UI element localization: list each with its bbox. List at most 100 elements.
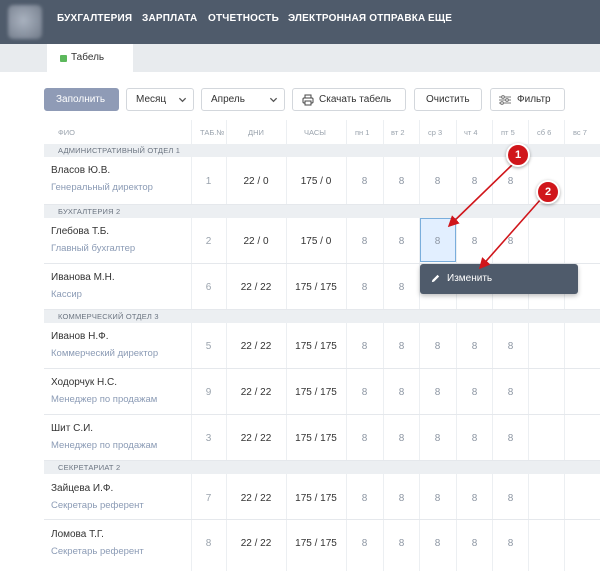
table-row[interactable]: Зайцева И.Ф. Секретарь референт 7 22 / 2… [44, 474, 600, 520]
context-menu-edit[interactable]: Изменить [420, 264, 578, 294]
day-cell[interactable]: 8 [383, 236, 420, 247]
day-cell[interactable]: 8 [492, 341, 529, 352]
table-row[interactable]: Шит С.И. Менеджер по продажам 3 22 / 22 … [44, 415, 600, 461]
tab-timesheet[interactable]: Табель [47, 44, 133, 72]
period-select[interactable]: Месяц [126, 88, 194, 111]
day-cell[interactable]: 8 [383, 433, 420, 444]
day-cell[interactable]: 8 [383, 341, 420, 352]
fill-button-label: Заполнить [56, 94, 106, 105]
download-timesheet-button[interactable]: Скачать табель [292, 88, 406, 111]
day-cell[interactable]: 8 [492, 176, 529, 187]
department-name: БУХГАЛТЕРИЯ 2 [58, 207, 121, 216]
day-cell[interactable]: 8 [456, 433, 493, 444]
department-header: СЕКРЕТАРИАТ 2 [44, 461, 600, 474]
column-header-hours: ЧАСЫ [304, 128, 326, 137]
nav-item-more[interactable]: ЕЩЕ [428, 13, 452, 24]
day-cell[interactable]: 8 [419, 341, 456, 352]
table-row[interactable]: Иванов Н.Ф. Коммерческий директор 5 22 /… [44, 323, 600, 369]
day-cell[interactable]: 8 [419, 236, 456, 247]
top-navigation-bar: БУХГАЛТЕРИЯ ЗАРПЛАТА ОТЧЕТНОСТЬ ЭЛЕКТРОН… [0, 0, 600, 44]
column-header-mon: пн 1 [355, 128, 370, 137]
department-name: СЕКРЕТАРИАТ 2 [58, 463, 121, 472]
day-cell[interactable]: 8 [346, 433, 383, 444]
day-cell[interactable]: 8 [346, 493, 383, 504]
nav-item-accounting[interactable]: БУХГАЛТЕРИЯ [57, 13, 132, 24]
department-name: КОММЕРЧЕСКИЙ ОТДЕЛ 3 [58, 312, 159, 321]
day-cell[interactable]: 8 [383, 493, 420, 504]
day-cell[interactable]: 8 [346, 387, 383, 398]
hours-value: 175 / 0 [300, 236, 332, 247]
nav-item-electronic-submission[interactable]: ЭЛЕКТРОННАЯ ОТПРАВКА [288, 13, 425, 24]
employee-name[interactable]: Зайцева И.Ф. [51, 483, 113, 494]
day-cell[interactable]: 8 [383, 282, 420, 293]
day-cell[interactable]: 8 [346, 282, 383, 293]
day-cell[interactable]: 8 [456, 341, 493, 352]
days-value: 22 / 0 [243, 236, 269, 247]
day-cell[interactable]: 8 [492, 493, 529, 504]
hours-value: 175 / 175 [295, 341, 337, 352]
filter-button-label: Фильтр [517, 94, 551, 105]
filter-button[interactable]: Фильтр [490, 88, 565, 111]
hours-value: 175 / 175 [295, 493, 337, 504]
day-cell[interactable]: 8 [456, 176, 493, 187]
table-row[interactable]: Ходорчук Н.С. Менеджер по продажам 9 22 … [44, 369, 600, 415]
day-cell[interactable]: 8 [419, 538, 456, 549]
day-cell[interactable]: 8 [456, 493, 493, 504]
employee-position: Менеджер по продажам [51, 394, 158, 405]
day-cell[interactable]: 8 [346, 176, 383, 187]
column-header-wed: ср 3 [428, 128, 443, 137]
fill-button[interactable]: Заполнить [44, 88, 119, 111]
annotation-badge-1: 1 [506, 143, 530, 167]
employee-position: Коммерческий директор [51, 348, 159, 359]
days-value: 22 / 22 [240, 387, 272, 398]
tab-number: 5 [205, 341, 212, 352]
day-cell[interactable]: 8 [419, 493, 456, 504]
day-cell[interactable]: 8 [383, 387, 420, 398]
table-row[interactable]: Глебова Т.Б. Главный бухгалтер 2 22 / 0 … [44, 218, 600, 264]
day-cell[interactable]: 8 [492, 433, 529, 444]
day-cell[interactable]: 8 [492, 236, 529, 247]
employee-name[interactable]: Иванов Н.Ф. [51, 331, 109, 342]
employee-name[interactable]: Иванова М.Н. [51, 272, 115, 283]
employee-name[interactable]: Власов Ю.В. [51, 165, 110, 176]
day-cell[interactable]: 8 [456, 236, 493, 247]
clear-button[interactable]: Очистить [414, 88, 482, 111]
day-cell[interactable]: 8 [456, 538, 493, 549]
day-cell[interactable]: 8 [492, 538, 529, 549]
days-value: 22 / 22 [240, 493, 272, 504]
day-cell[interactable]: 8 [346, 341, 383, 352]
day-cell[interactable]: 8 [346, 236, 383, 247]
tab-number: 6 [205, 282, 212, 293]
nav-item-reports[interactable]: ОТЧЕТНОСТЬ [208, 13, 279, 24]
department-header: БУХГАЛТЕРИЯ 2 [44, 205, 600, 218]
column-header-name: ФИО [58, 128, 75, 137]
day-cell[interactable]: 8 [383, 176, 420, 187]
day-cell[interactable]: 8 [456, 387, 493, 398]
day-cell[interactable]: 8 [419, 176, 456, 187]
day-cell[interactable]: 8 [346, 538, 383, 549]
pencil-icon [431, 274, 440, 283]
day-cell[interactable]: 8 [383, 538, 420, 549]
employee-name[interactable]: Ломова Т.Г. [51, 529, 104, 540]
day-cell[interactable]: 8 [419, 433, 456, 444]
day-cell[interactable]: 8 [492, 387, 529, 398]
annotation-badge-2: 2 [536, 180, 560, 204]
chevron-down-icon [269, 97, 278, 103]
hours-value: 175 / 175 [295, 538, 337, 549]
day-cell[interactable]: 8 [419, 387, 456, 398]
month-select[interactable]: Апрель [201, 88, 285, 111]
days-value: 22 / 22 [240, 433, 272, 444]
app-logo[interactable] [8, 5, 42, 39]
employee-position: Секретарь референт [51, 546, 144, 557]
table-row[interactable]: Ломова Т.Г. Секретарь референт 8 22 / 22… [44, 520, 600, 571]
tab-label: Табель [71, 52, 105, 63]
chevron-down-icon [178, 97, 187, 103]
nav-item-salary[interactable]: ЗАРПЛАТА [142, 13, 197, 24]
days-value: 22 / 22 [240, 538, 272, 549]
employee-name[interactable]: Глебова Т.Б. [51, 226, 109, 237]
employee-name[interactable]: Ходорчук Н.С. [51, 377, 117, 388]
employee-name[interactable]: Шит С.И. [51, 423, 93, 434]
tab-number: 8 [205, 538, 212, 549]
employee-position: Менеджер по продажам [51, 440, 158, 451]
tab-number: 1 [205, 176, 212, 187]
